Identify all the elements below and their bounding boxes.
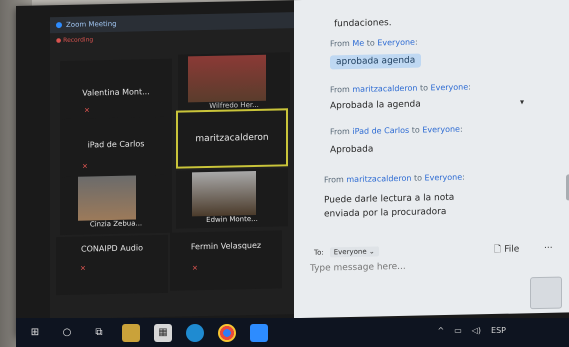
participant-tile-edwin[interactable]: Edwin Monte...	[176, 168, 288, 229]
chat-message-text-line1: Puede darle lectura a la nota	[324, 192, 455, 206]
volume-icon[interactable]: ◁)	[472, 326, 481, 335]
file-button[interactable]: 🗋 File	[494, 241, 519, 258]
participant-tile-conaipd-audio[interactable]: CONAIPD Audio ✕	[56, 234, 168, 296]
participant-video	[192, 170, 256, 217]
muted-mic-icon: ✕	[82, 162, 88, 171]
participant-tile-maritzacalderon[interactable]: maritzacalderon	[176, 108, 288, 169]
zoom-title-bar: Zoom Meeting	[50, 12, 300, 34]
chat-message-input[interactable]: Type message here...	[310, 262, 406, 274]
recipient-dropdown[interactable]: Everyone ⌄	[329, 246, 379, 258]
muted-mic-icon: ✕	[192, 264, 198, 273]
message-menu-icon[interactable]: ▾	[520, 97, 524, 106]
chat-panel: fundaciones. From Me to Everyone: aproba…	[294, 0, 569, 319]
language-indicator[interactable]: ESP	[491, 326, 506, 335]
chat-send-button[interactable]	[530, 276, 562, 310]
chat-message-header: From maritzacalderon to Everyone:	[324, 172, 465, 185]
to-label: To:	[314, 248, 324, 257]
file-label: File	[504, 244, 520, 255]
start-icon[interactable]: ⊞	[26, 324, 44, 342]
chat-message-header: From iPad de Carlos to Everyone:	[330, 124, 463, 137]
edge-icon[interactable]	[186, 323, 204, 342]
chevron-down-icon: ⌄	[368, 247, 375, 256]
participant-name: iPad de Carlos	[87, 139, 145, 150]
network-icon[interactable]: ▭	[454, 326, 462, 335]
chat-message-fragment: fundaciones.	[334, 18, 392, 30]
participant-video	[188, 54, 266, 103]
zoom-title-text: Zoom Meeting	[66, 19, 117, 29]
monitor-screen: Zoom Meeting ● Recording Valentina Mont.…	[16, 0, 569, 336]
file-explorer-icon[interactable]	[122, 323, 140, 342]
participant-tile-valentina[interactable]: Valentina Mont... ✕	[60, 58, 172, 120]
system-tray: ^ ▭ ◁) ESP	[437, 326, 506, 335]
participant-tile-cinzia[interactable]: Cinzia Zebua...	[60, 174, 172, 236]
chat-message-text-line2: enviada por la procuradora	[324, 206, 447, 220]
search-icon[interactable]: ○	[58, 324, 76, 342]
recipient-row: To: Everyone ⌄	[314, 246, 379, 258]
task-view-icon[interactable]: ⧉	[90, 324, 108, 342]
zoom-icon[interactable]	[250, 323, 268, 342]
windows-taskbar: ⊞ ○ ⧉ ▦ ^ ▭ ◁) ESP	[16, 318, 569, 347]
recording-indicator: ● Recording	[56, 36, 94, 45]
muted-mic-icon: ✕	[80, 264, 86, 273]
chat-message-header: From maritzacalderon to Everyone:	[330, 82, 471, 95]
participant-name: Valentina Mont...	[82, 87, 150, 98]
participant-tile-ipad-carlos[interactable]: iPad de Carlos ✕	[60, 116, 172, 178]
participant-tile-fermin[interactable]: Fermin Velasquez ✕	[170, 230, 282, 291]
participant-video	[78, 175, 136, 221]
chat-message-bubble: aprobada agenda	[330, 53, 422, 70]
participant-name: Edwin Monte...	[206, 214, 258, 225]
muted-mic-icon: ✕	[84, 106, 90, 115]
more-options-button[interactable]: ...	[544, 241, 553, 251]
zoom-gallery-window: Zoom Meeting ● Recording Valentina Mont.…	[50, 12, 300, 320]
store-icon[interactable]: ▦	[154, 323, 172, 342]
chat-message-text: Aprobada la agenda	[330, 99, 421, 112]
up-arrow-icon[interactable]: ^	[437, 326, 444, 335]
participant-name: Fermin Velasquez	[190, 240, 262, 252]
participant-tile-wilfredo[interactable]: Wilfredo Her...	[178, 52, 290, 113]
chat-message-text: Aprobada	[330, 144, 374, 156]
participant-name: Cinzia Zebua...	[89, 219, 143, 229]
participant-name: maritzacalderon	[195, 132, 269, 145]
chrome-icon[interactable]	[218, 323, 236, 342]
recording-icon: ●	[56, 37, 62, 45]
zoom-logo-icon	[56, 22, 62, 29]
file-icon: 🗋	[494, 244, 502, 255]
chat-message-header: From Me to Everyone:	[330, 37, 418, 49]
participant-name: CONAIPD Audio	[81, 243, 143, 254]
